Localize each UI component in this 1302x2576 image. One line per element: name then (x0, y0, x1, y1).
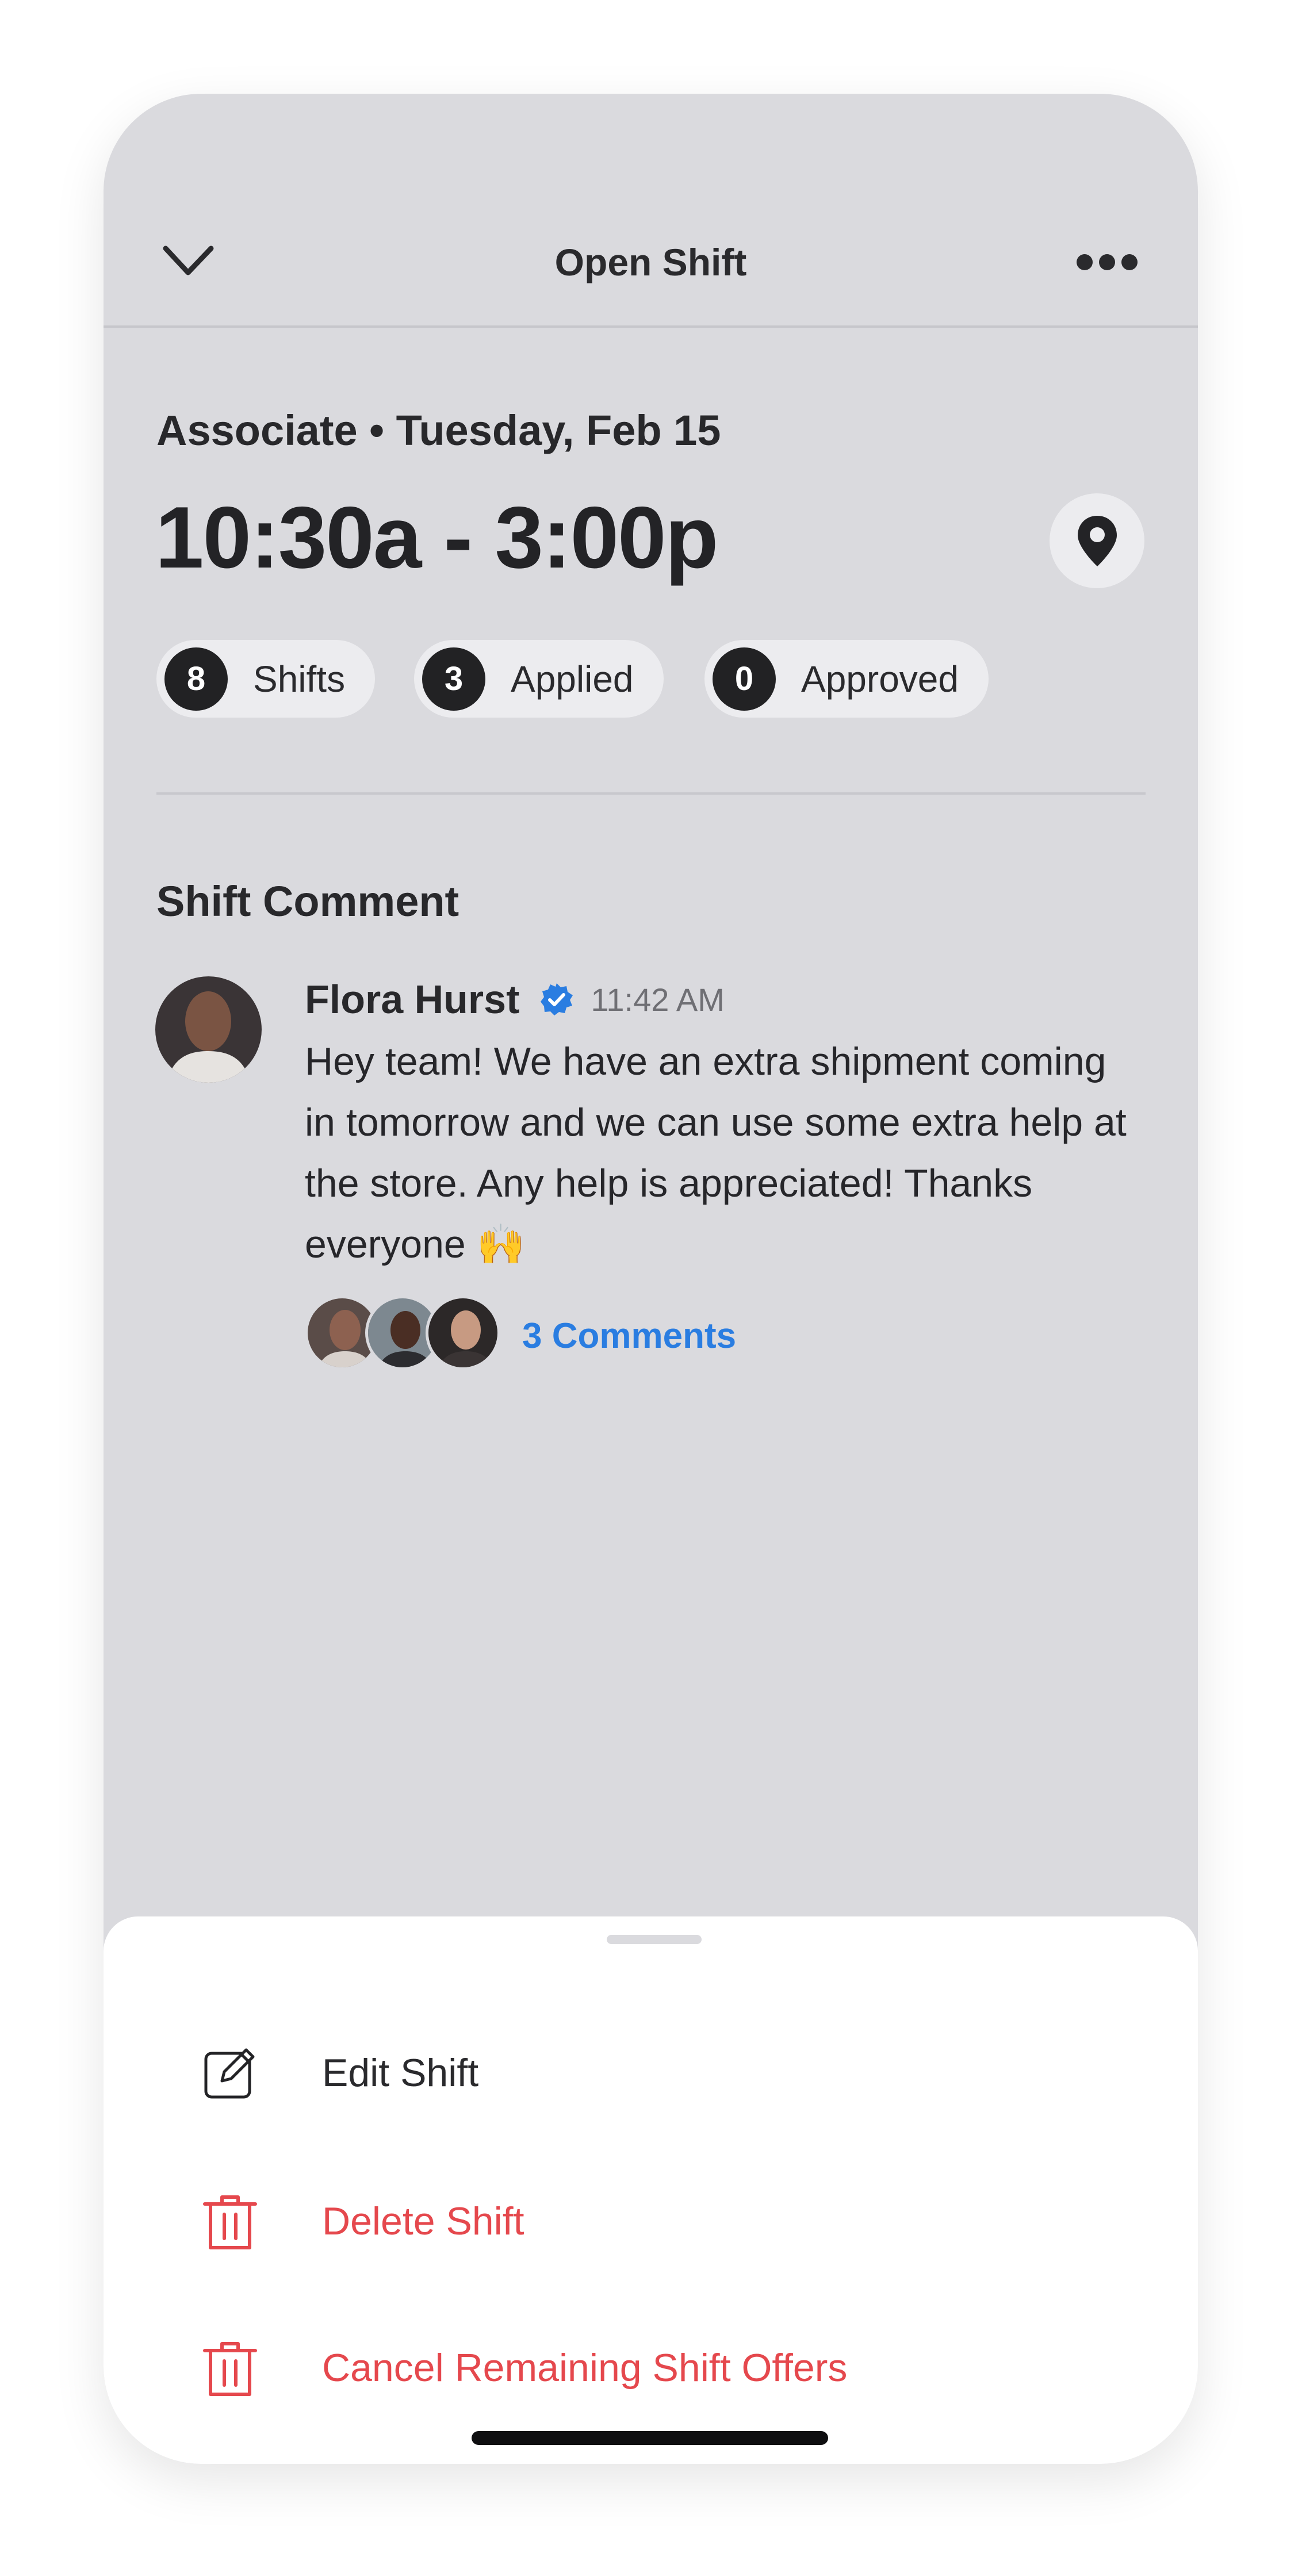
stat-applied: 3 Applied (414, 640, 664, 718)
shift-meta: Associate • Tuesday, Feb 15 (156, 407, 721, 454)
comment-header: Flora Hurst 11:42 AM (305, 976, 725, 1022)
phone-screen: Open Shift Associate • Tuesday, Feb 15 1… (104, 94, 1198, 2464)
action-label: Cancel Remaining Shift Offers (322, 2346, 848, 2390)
trash-icon (203, 2342, 257, 2396)
home-indicator[interactable] (472, 2431, 828, 2445)
stat-shifts: 8 Shifts (156, 640, 376, 718)
section-title: Shift Comment (156, 877, 459, 925)
avatar (426, 1295, 500, 1370)
verified-badge-icon (541, 983, 573, 1015)
cancel-offers-button[interactable]: Cancel Remaining Shift Offers (201, 2339, 847, 2397)
edit-shift-button[interactable]: Edit Shift (201, 2044, 478, 2102)
trash-icon (203, 2195, 257, 2249)
stat-approved: 0 Approved (704, 640, 989, 718)
author-name: Flora Hurst (305, 977, 520, 1022)
stat-count: 3 (422, 647, 485, 711)
comments-link[interactable]: 3 Comments (522, 1316, 736, 1356)
navigation-bar: Open Shift (104, 94, 1198, 328)
page-title: Open Shift (554, 241, 747, 283)
commenter-avatars[interactable] (305, 1295, 500, 1370)
stat-label: Shifts (253, 658, 346, 700)
stat-count: 8 (164, 647, 228, 711)
shift-time: 10:30a - 3:00p (155, 489, 718, 586)
location-pin-icon (1077, 515, 1117, 566)
comment-text: Hey team! We have an extra shipment comi… (305, 1040, 1127, 1266)
action-label: Delete Shift (322, 2199, 524, 2243)
sheet-grabber[interactable] (607, 1935, 702, 1944)
edit-icon (204, 2048, 255, 2099)
stat-count: 0 (713, 647, 776, 711)
stat-label: Applied (511, 658, 634, 700)
divider (156, 792, 1146, 795)
delete-shift-button[interactable]: Delete Shift (201, 2192, 524, 2250)
more-dots-icon[interactable] (1075, 252, 1139, 273)
stat-label: Approved (801, 658, 959, 700)
comment-time: 11:42 AM (591, 981, 725, 1018)
action-label: Edit Shift (322, 2051, 479, 2095)
action-sheet: Edit Shift Delete Shift Cancel Remaining… (104, 1916, 1198, 2464)
avatar[interactable] (155, 976, 262, 1083)
location-button[interactable] (1050, 493, 1144, 588)
